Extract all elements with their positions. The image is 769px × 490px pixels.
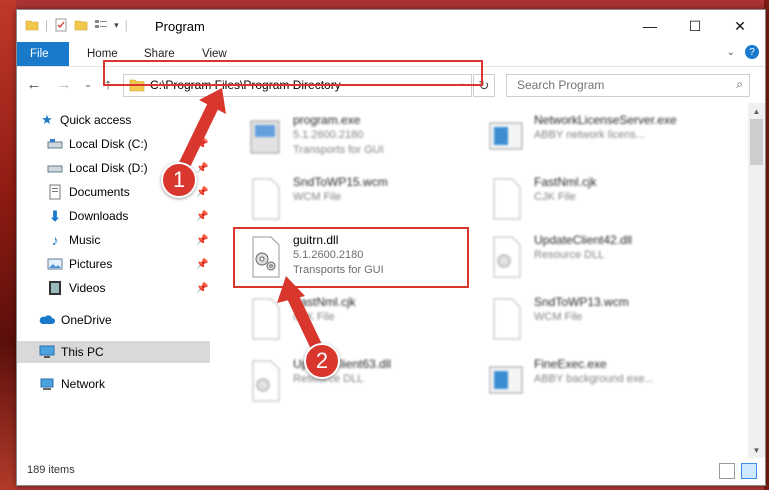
arrow-shaft-1 bbox=[176, 102, 218, 176]
step-2-badge: 2 bbox=[304, 343, 340, 379]
step-1-badge: 1 bbox=[161, 162, 197, 198]
arrow-head-2 bbox=[277, 276, 305, 303]
arrow-shaft-2 bbox=[285, 287, 324, 356]
annotation-arrows bbox=[176, 88, 324, 356]
